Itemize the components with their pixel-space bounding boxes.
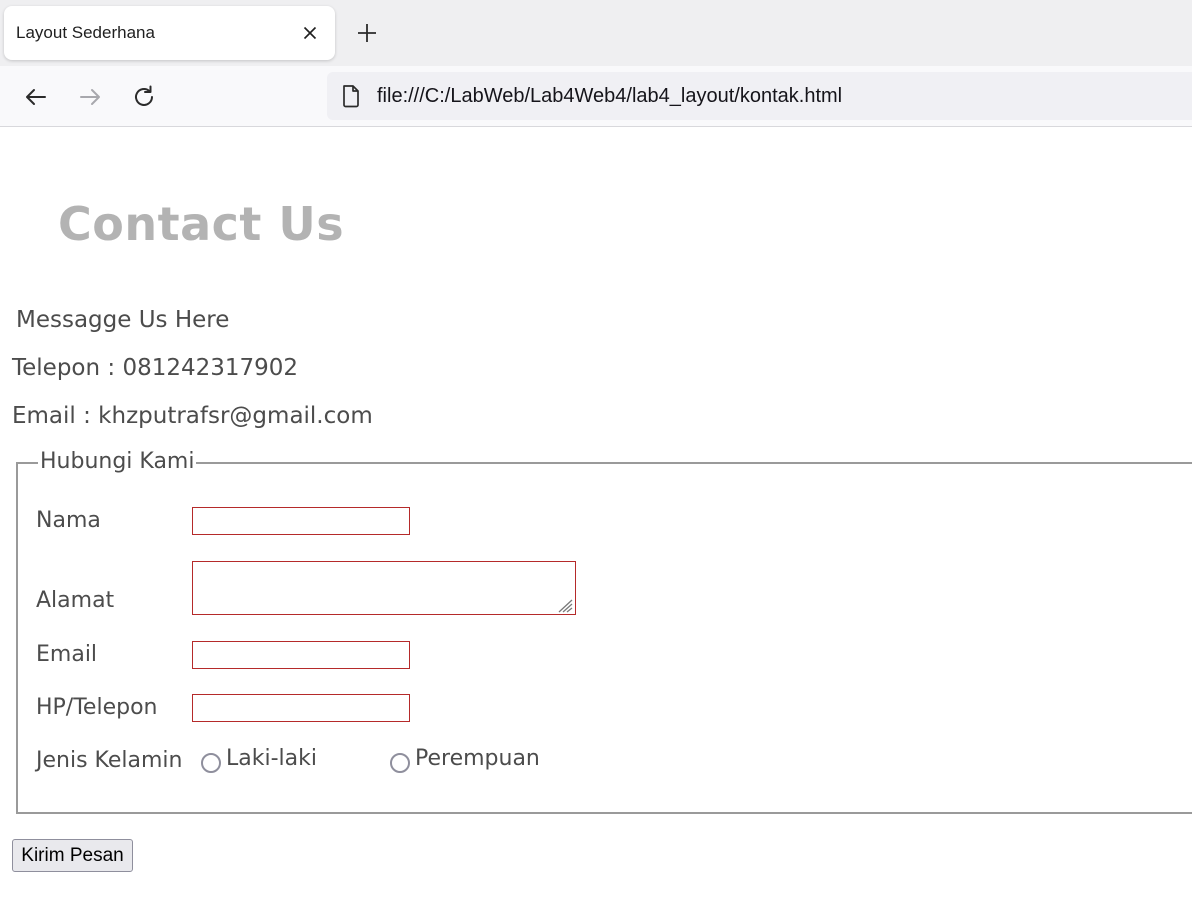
- plus-icon[interactable]: [355, 21, 379, 45]
- address-bar[interactable]: file:///C:/LabWeb/Lab4Web4/lab4_layout/k…: [327, 72, 1192, 120]
- radio-laki-laki[interactable]: [201, 753, 221, 773]
- email-text: Email : khzputrafsr@gmail.com: [12, 403, 373, 429]
- telepon-label: HP/Telepon: [36, 695, 158, 720]
- contact-fieldset: Hubungi Kami Nama Alamat Email HP/Telepo…: [16, 449, 1192, 814]
- close-icon[interactable]: [300, 23, 320, 43]
- resize-grip-icon[interactable]: [556, 597, 574, 613]
- nama-input[interactable]: [192, 507, 410, 535]
- reload-icon[interactable]: [131, 84, 157, 110]
- radio-label-perempuan[interactable]: Perempuan: [415, 746, 540, 771]
- phone-text: Telepon : 081242317902: [12, 355, 299, 381]
- radio-perempuan[interactable]: [390, 753, 410, 773]
- fieldset-legend: Hubungi Kami: [38, 449, 197, 474]
- alamat-label: Alamat: [36, 588, 115, 613]
- radio-label-laki-laki[interactable]: Laki-laki: [226, 746, 317, 771]
- forward-arrow-icon[interactable]: [77, 84, 103, 110]
- nama-label: Nama: [36, 508, 101, 533]
- submit-button[interactable]: Kirim Pesan: [12, 839, 133, 872]
- back-arrow-icon[interactable]: [23, 84, 49, 110]
- url-text[interactable]: file:///C:/LabWeb/Lab4Web4/lab4_layout/k…: [377, 85, 842, 108]
- email-label: Email: [36, 642, 98, 667]
- message-text: Messagge Us Here: [16, 307, 230, 333]
- gender-label: Jenis Kelamin: [36, 748, 183, 773]
- page-content: Contact Us Messagge Us Here Telepon : 08…: [0, 127, 1192, 901]
- page-icon: [341, 84, 361, 108]
- telepon-input[interactable]: [192, 694, 410, 722]
- browser-tab-active[interactable]: Layout Sederhana: [4, 6, 335, 60]
- alamat-textarea[interactable]: [192, 561, 576, 615]
- navigation-toolbar: file:///C:/LabWeb/Lab4Web4/lab4_layout/k…: [0, 66, 1192, 127]
- tab-strip: Layout Sederhana: [0, 0, 1192, 66]
- tab-title: Layout Sederhana: [16, 23, 155, 42]
- page-title: Contact Us: [58, 197, 345, 251]
- email-input[interactable]: [192, 641, 410, 669]
